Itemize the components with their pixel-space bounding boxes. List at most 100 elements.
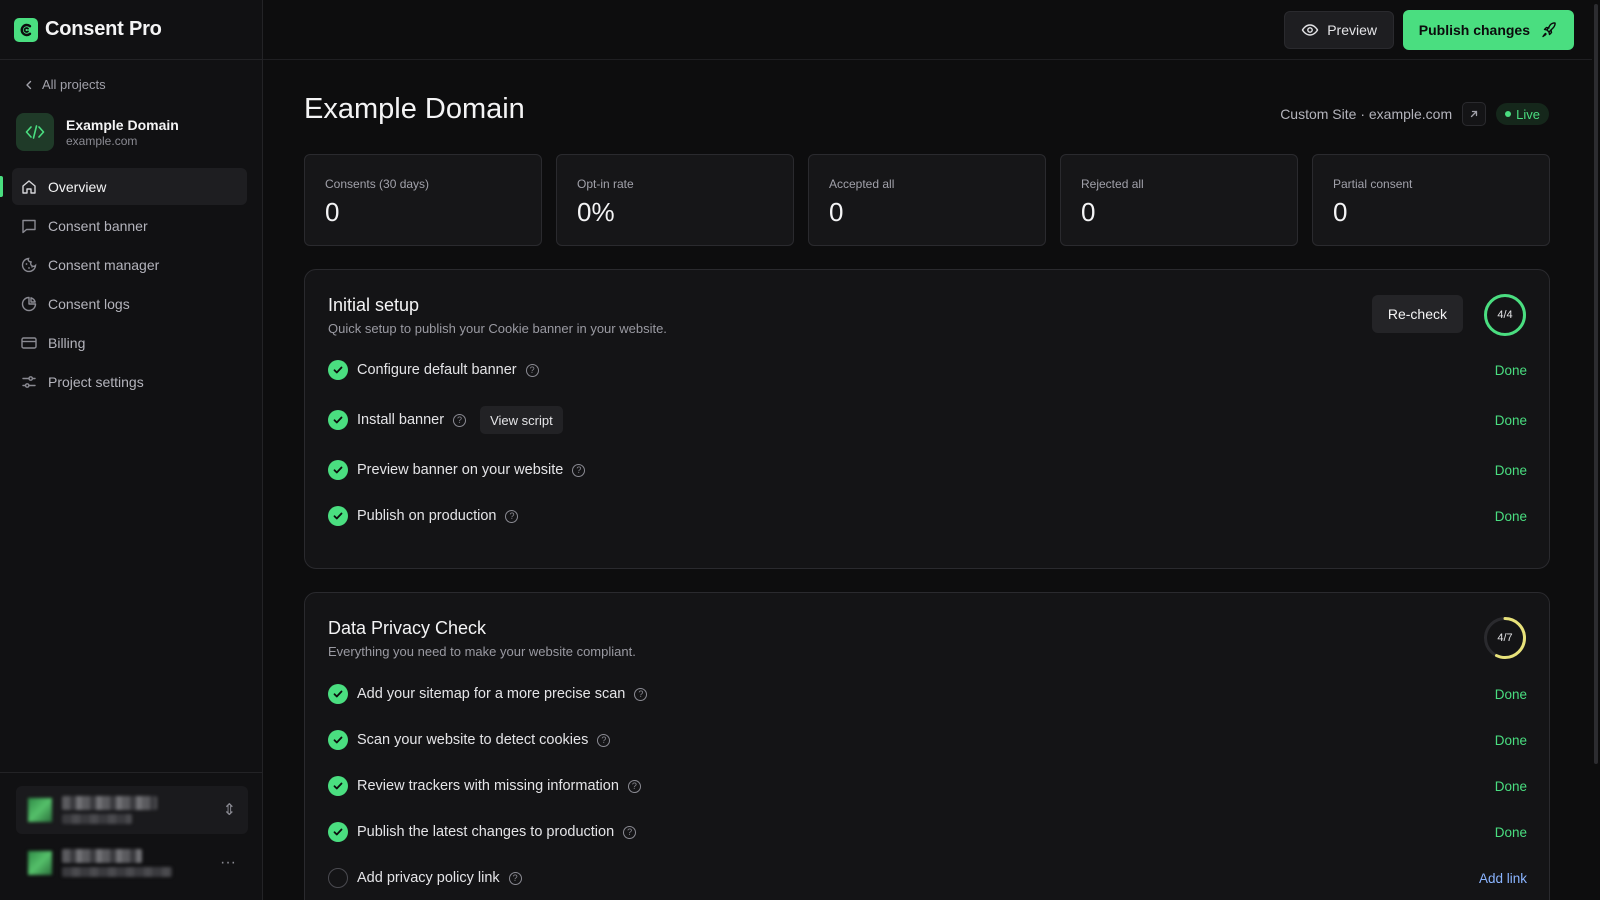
check-circle-icon [328, 684, 348, 704]
help-circle-icon[interactable]: ? [627, 779, 641, 793]
publish-label: Publish changes [1418, 22, 1530, 38]
redacted-text [62, 796, 157, 810]
preview-button[interactable]: Preview [1284, 11, 1394, 49]
sidebar: Consent Pro All projects Example Domain … [0, 0, 263, 900]
redacted-text [62, 814, 132, 824]
help-circle-icon[interactable]: ? [634, 687, 648, 701]
card-subtitle: Quick setup to publish your Cookie banne… [328, 321, 667, 336]
list-item: Add your sitemap for a more precise scan… [328, 682, 1527, 706]
initial-setup-card: Initial setup Quick setup to publish you… [304, 269, 1550, 569]
item-label: Publish on production [357, 508, 497, 524]
help-circle-icon[interactable]: ? [597, 733, 611, 747]
check-circle-icon [328, 410, 348, 430]
code-icon [16, 113, 54, 151]
topbar: Preview Publish changes [263, 0, 1600, 60]
item-label: Scan your website to detect cookies [357, 732, 589, 748]
chevrons-up-down-icon[interactable]: ⇕ [223, 800, 236, 820]
empty-circle-icon [328, 868, 348, 888]
item-status: Done [1494, 778, 1527, 794]
view-script-button[interactable]: View script [480, 406, 563, 434]
sidebar-item-billing[interactable]: Billing [12, 324, 247, 361]
sidebar-item-project-settings[interactable]: Project settings [12, 363, 247, 400]
re-check-button[interactable]: Re-check [1371, 295, 1463, 333]
stat-label: Partial consent [1333, 177, 1413, 191]
status-label: Live [1516, 106, 1540, 122]
organization-switcher[interactable]: ⇕ [16, 786, 248, 834]
help-circle-icon[interactable]: ? [572, 463, 586, 477]
preview-label: Preview [1327, 22, 1377, 38]
stat-value: 0 [1081, 197, 1096, 227]
rocket-icon [1542, 22, 1556, 38]
all-projects-link[interactable]: All projects [24, 77, 106, 92]
item-status: Done [1494, 462, 1527, 478]
card-title: Data Privacy Check [328, 618, 487, 638]
sliders-icon [22, 375, 36, 388]
stat-card-opt-in-rate: Opt-in rate 0% [556, 154, 794, 246]
sidebar-item-label: Consent logs [48, 295, 130, 312]
stat-card-rejected-all: Rejected all 0 [1060, 154, 1298, 246]
stat-label: Rejected all [1081, 177, 1144, 191]
home-icon [22, 179, 36, 194]
all-projects-label: All projects [42, 77, 106, 92]
sidebar-item-overview[interactable]: Overview [0, 168, 247, 205]
chevron-left-icon [26, 80, 32, 89]
user-menu[interactable]: ··· [16, 839, 248, 887]
check-circle-icon [328, 460, 348, 480]
sidebar-item-label: Consent manager [48, 256, 160, 273]
item-status: Done [1494, 732, 1527, 748]
item-label: Add your sitemap for a more precise scan [357, 686, 626, 702]
sidebar-nav: Overview Consent banner Consent manager … [0, 168, 247, 402]
card-subtitle: Everything you need to make your website… [328, 644, 636, 659]
check-circle-icon [328, 730, 348, 750]
progress-ring: 4/7 [1483, 616, 1527, 660]
scrollbar-thumb[interactable] [1594, 4, 1598, 764]
item-label: Preview banner on your website [357, 462, 564, 478]
item-label: Add privacy policy link [357, 870, 500, 886]
brand[interactable]: Consent Pro [0, 0, 262, 60]
status-badge: Live [1496, 103, 1549, 125]
project-domain: example.com [66, 133, 138, 148]
item-label: Review trackers with missing information [357, 778, 619, 794]
add-link-button[interactable]: Add link [1479, 871, 1527, 886]
item-status: Done [1494, 508, 1527, 524]
check-circle-icon [328, 822, 348, 842]
help-circle-icon[interactable]: ? [508, 871, 522, 885]
redacted-text [62, 867, 172, 877]
stat-card-accepted-all: Accepted all 0 [808, 154, 1046, 246]
project-switcher[interactable]: Example Domain example.com [16, 113, 179, 151]
item-label: Configure default banner [357, 362, 517, 378]
avatar [28, 851, 52, 875]
stats-row: Consents (30 days) 0 Opt-in rate 0% Acce… [304, 154, 1550, 246]
help-circle-icon[interactable]: ? [505, 509, 519, 523]
list-item: Install banner ? View script Done [328, 406, 1527, 434]
help-circle-icon[interactable]: ? [525, 363, 539, 377]
check-circle-icon [328, 776, 348, 796]
cookie-icon [21, 257, 37, 272]
sidebar-item-consent-banner[interactable]: Consent banner [12, 207, 247, 244]
arrow-up-right-icon [1470, 110, 1478, 118]
site-meta-text: Custom Site · example.com [1280, 106, 1453, 122]
credit-card-icon [21, 336, 37, 349]
card-title: Initial setup [328, 295, 420, 315]
list-item: Publish on production ? Done [328, 504, 1527, 528]
sidebar-item-consent-manager[interactable]: Consent manager [12, 246, 247, 283]
check-circle-icon [328, 506, 348, 526]
stat-label: Opt-in rate [577, 177, 634, 191]
progress-label: 4/4 [1497, 309, 1513, 321]
list-item: Scan your website to detect cookies ? Do… [328, 728, 1527, 752]
list-item: Publish the latest changes to production… [328, 820, 1527, 844]
site-meta: Custom Site · example.com Live [1280, 102, 1549, 126]
list-item: Add privacy policy link ? Add link [328, 866, 1527, 890]
data-privacy-check-card: Data Privacy Check Everything you need t… [304, 592, 1550, 900]
sidebar-item-consent-logs[interactable]: Consent logs [12, 285, 247, 322]
help-circle-icon[interactable]: ? [623, 825, 637, 839]
open-external-button[interactable] [1462, 102, 1487, 126]
help-circle-icon[interactable]: ? [453, 413, 467, 427]
more-horizontal-icon[interactable]: ··· [220, 854, 236, 872]
stat-card-partial-consent: Partial consent 0 [1312, 154, 1550, 246]
scrollbar[interactable] [1592, 0, 1600, 900]
eye-icon [1301, 24, 1319, 36]
publish-changes-button[interactable]: Publish changes [1402, 10, 1574, 50]
sidebar-item-label: Consent banner [48, 217, 148, 234]
sidebar-item-label: Billing [48, 334, 86, 351]
